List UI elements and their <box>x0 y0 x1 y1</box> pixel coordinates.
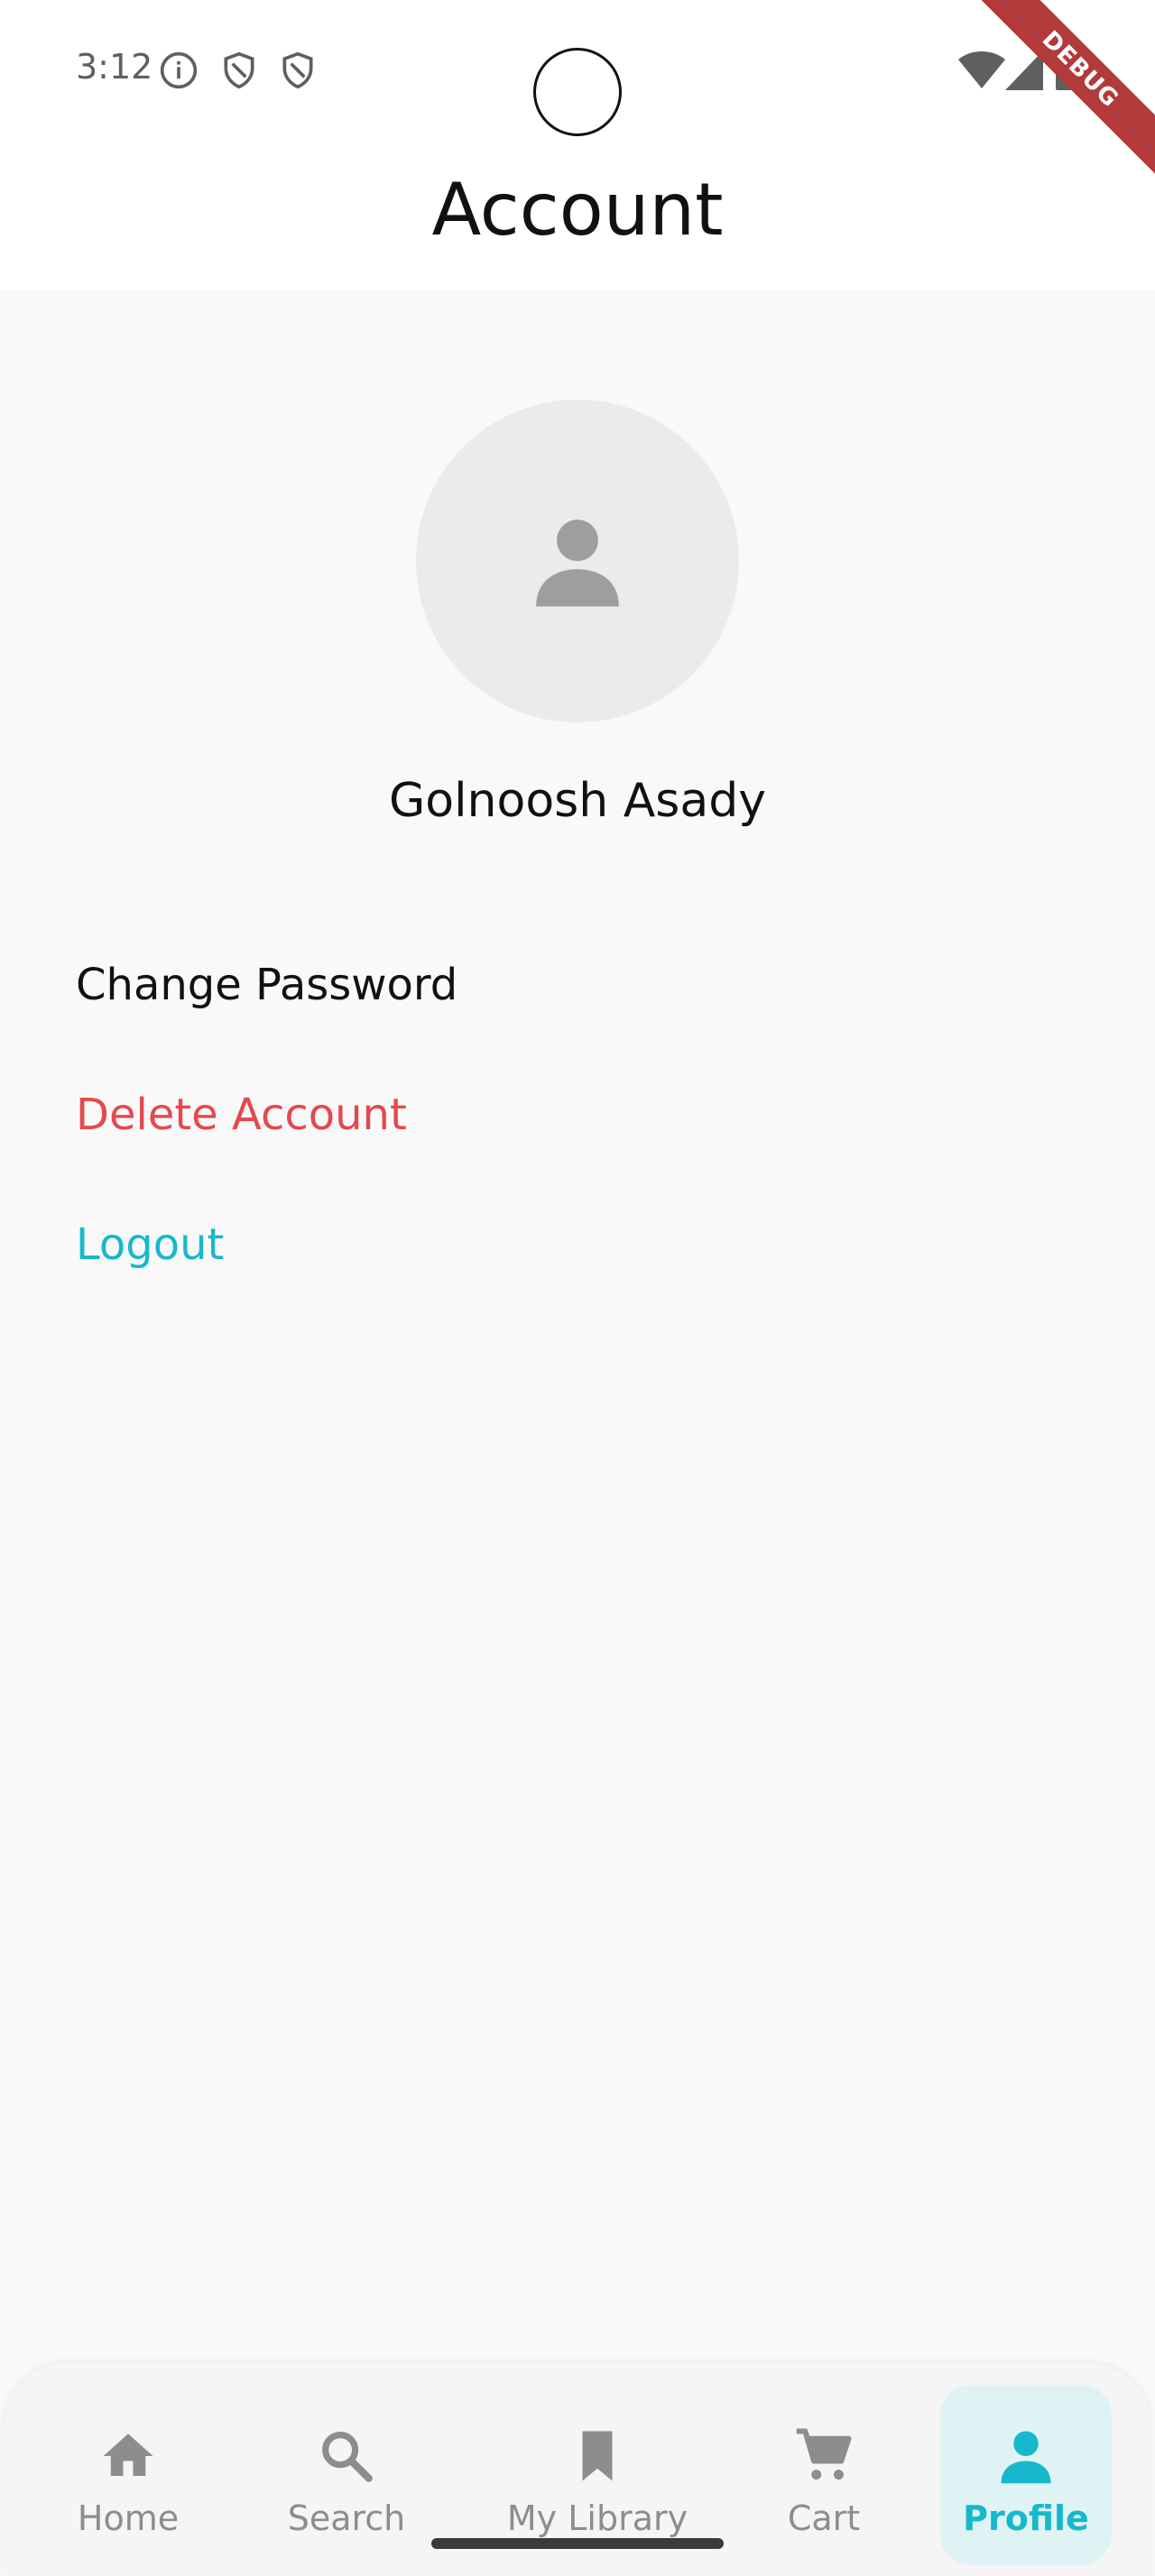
user-name: Golnoosh Asady <box>388 774 767 828</box>
nav-label-home: Home <box>77 2498 180 2538</box>
nav-item-cart[interactable]: Cart <box>765 2385 882 2565</box>
cart-icon <box>796 2428 852 2480</box>
home-indicator[interactable] <box>431 2538 724 2549</box>
bookmark-icon <box>582 2431 613 2481</box>
status-bar: 3:12 <box>0 0 1155 144</box>
top-bar: 3:12 DEBUG Account <box>0 0 1155 290</box>
nav-label-my-library: My Library <box>506 2498 688 2538</box>
wifi-icon <box>958 51 1005 88</box>
info-icon <box>160 51 198 89</box>
change-password-button[interactable]: Change Password <box>76 960 457 1010</box>
nav-item-home[interactable]: Home <box>56 2385 200 2565</box>
nav-item-search[interactable]: Search <box>273 2385 420 2565</box>
page-title: Account <box>431 168 724 252</box>
person-icon <box>536 520 619 607</box>
home-icon <box>103 2433 153 2476</box>
nav-label-cart: Cart <box>787 2498 861 2538</box>
shield-icon <box>282 51 313 89</box>
person-icon <box>1001 2431 1051 2484</box>
search-icon <box>322 2432 373 2482</box>
nav-label-profile: Profile <box>963 2498 1089 2538</box>
shield-icon <box>224 51 254 89</box>
logout-button[interactable]: Logout <box>76 1219 224 1270</box>
delete-account-button[interactable]: Delete Account <box>76 1090 407 1140</box>
nav-item-profile[interactable]: Profile <box>940 2385 1112 2565</box>
avatar[interactable] <box>416 400 739 722</box>
nav-label-search: Search <box>287 2498 406 2538</box>
camera-cutout <box>533 48 622 136</box>
status-time: 3:12 <box>76 47 153 87</box>
